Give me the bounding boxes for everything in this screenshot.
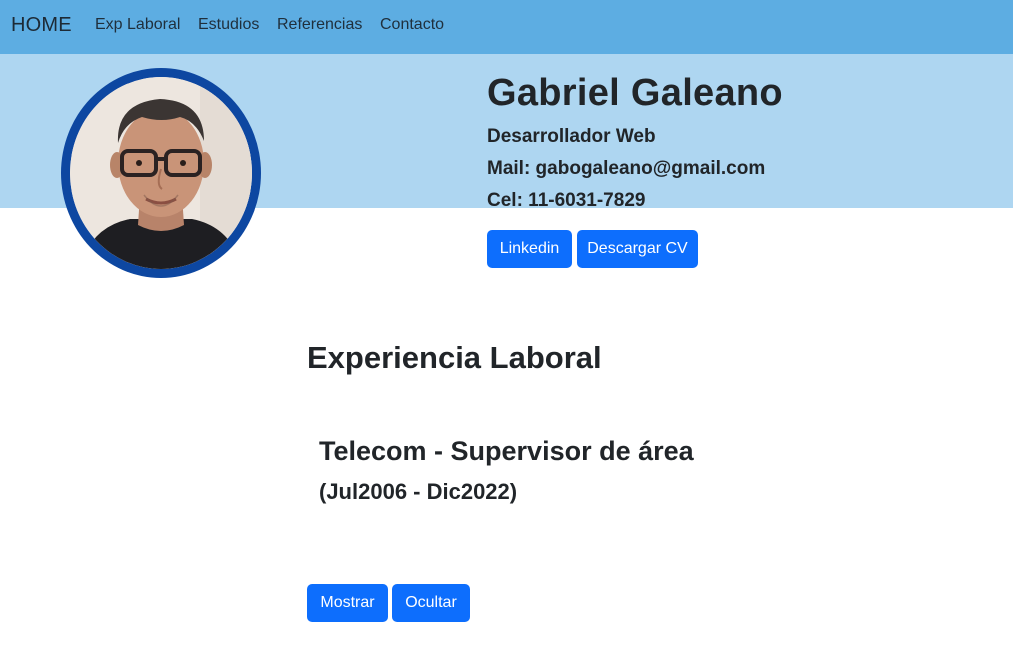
nav-link-estudios[interactable]: Estudios: [198, 16, 259, 34]
job-title: Telecom - Supervisor de área: [319, 436, 694, 466]
nav-home-link[interactable]: HOME: [11, 14, 72, 37]
nav-link-contacto[interactable]: Contacto: [380, 16, 444, 34]
profile-role: Desarrollador Web: [487, 126, 656, 147]
job-dates: (Jul2006 - Dic2022): [319, 479, 518, 504]
linkedin-button[interactable]: Linkedin: [487, 230, 572, 268]
nav-link-referencias[interactable]: Referencias: [277, 16, 362, 34]
profile-phone: Cel: 11-6031-7829: [487, 190, 646, 211]
top-navbar: HOME Exp Laboral Estudios Referencias Co…: [0, 0, 1013, 54]
hide-button[interactable]: Ocultar: [392, 584, 470, 622]
show-button[interactable]: Mostrar: [307, 584, 388, 622]
download-cv-button[interactable]: Descargar CV: [577, 230, 698, 268]
profile-avatar: [61, 68, 261, 278]
profile-photo: [70, 77, 252, 269]
profile-name: Gabriel Galeano: [487, 72, 783, 114]
profile-mail: Mail: gabogaleano@gmail.com: [487, 158, 766, 179]
nav-link-exp-laboral[interactable]: Exp Laboral: [95, 16, 180, 34]
section-title-experience: Experiencia Laboral: [307, 340, 602, 375]
